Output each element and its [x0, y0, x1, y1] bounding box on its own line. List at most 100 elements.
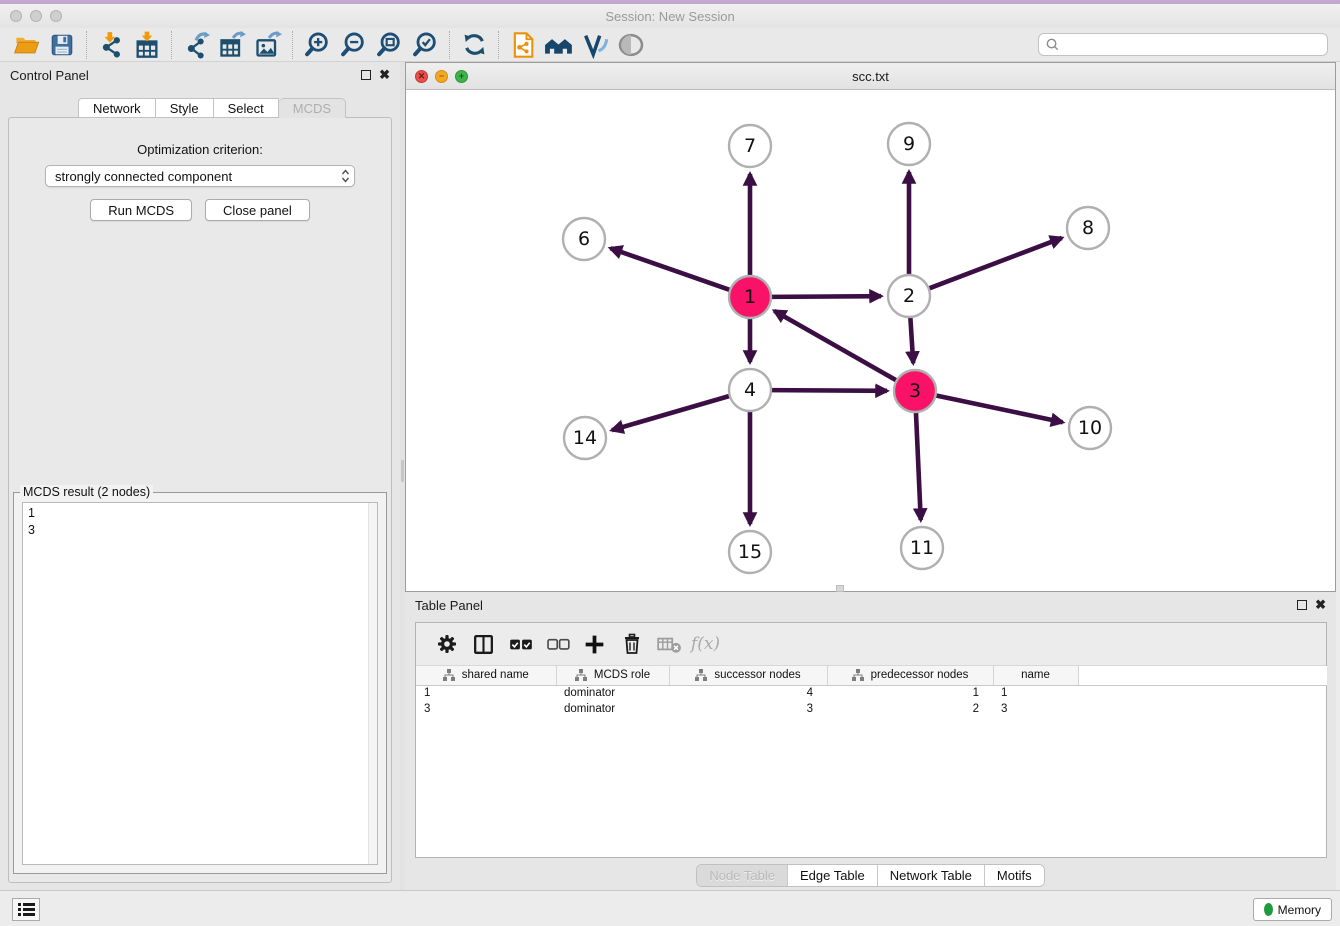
cell-predecessor-nodes[interactable]: 2 [827, 701, 993, 717]
result-scrollbar[interactable] [368, 503, 377, 864]
show-hide-style-button[interactable] [577, 30, 613, 60]
graph-edge-2-3[interactable] [910, 317, 913, 363]
delete-selected-button[interactable] [613, 627, 650, 661]
column-header-successor-nodes[interactable]: successor nodes [669, 666, 827, 685]
column-header-name[interactable]: name [993, 666, 1078, 685]
zoom-out-button[interactable] [335, 30, 371, 60]
mcds-result-line: 3 [28, 522, 377, 539]
network-minimize-button[interactable]: − [435, 70, 448, 83]
tab-network-table[interactable]: Network Table [877, 865, 984, 886]
import-table-button[interactable] [129, 30, 165, 60]
new-network-from-selection-button[interactable] [505, 30, 541, 60]
attribute-icon [443, 669, 455, 681]
table-row[interactable]: 3 dominator 3 2 3 [416, 701, 1327, 717]
optimization-criterion-select[interactable]: strongly connected component [45, 165, 355, 187]
graph-node-label-15: 15 [738, 541, 762, 563]
column-header-predecessor-nodes[interactable]: predecessor nodes [827, 666, 993, 685]
graph-edge-2-8[interactable] [929, 238, 1062, 289]
graph-edge-4-14[interactable] [612, 396, 730, 430]
export-image-button[interactable] [250, 30, 286, 60]
task-history-button[interactable] [12, 898, 40, 921]
graph-edge-1-6[interactable] [610, 248, 730, 290]
network-canvas[interactable]: 7968124314101511 [406, 90, 1335, 591]
tab-network[interactable]: Network [78, 98, 156, 118]
refresh-layout-button[interactable] [456, 30, 492, 60]
network-view-window: ✕ − + scc.txt 7968124314101511 [405, 62, 1336, 592]
table-panel-header: Table Panel ✖ [405, 592, 1336, 618]
minimize-window-button[interactable] [30, 10, 42, 22]
network-maximize-button[interactable]: + [455, 70, 468, 83]
dropdown-stepper-icon [341, 169, 350, 183]
float-panel-icon[interactable] [361, 70, 371, 80]
save-session-button[interactable] [44, 30, 80, 60]
tab-select[interactable]: Select [214, 98, 279, 118]
table-row[interactable]: 1 dominator 4 1 1 [416, 685, 1327, 701]
close-table-panel-icon[interactable]: ✖ [1315, 600, 1326, 610]
import-network-button[interactable] [93, 30, 129, 60]
homes-icon [544, 31, 574, 59]
cell-successor-nodes[interactable]: 4 [669, 685, 827, 701]
table-header-row: shared name MCDS role successor nodes pr… [416, 666, 1327, 685]
zoom-selected-icon [411, 31, 439, 59]
float-table-panel-icon[interactable] [1297, 600, 1307, 610]
fx-icon: f(x) [691, 634, 720, 654]
horizontal-splitter-handle[interactable] [836, 585, 844, 592]
eye-icon [616, 31, 646, 59]
tab-style[interactable]: Style [156, 98, 214, 118]
column-header-mcds-role[interactable]: MCDS role [556, 666, 669, 685]
column-header-filler [1078, 666, 1327, 685]
open-session-button[interactable] [8, 30, 44, 60]
add-row-button[interactable] [576, 627, 613, 661]
optimization-criterion-label: Optimization criterion: [9, 142, 391, 157]
graph-edge-1-2[interactable] [771, 296, 881, 297]
maximize-window-button[interactable] [50, 10, 62, 22]
apply-function-button[interactable]: f(x) [687, 627, 724, 661]
graph-edge-3-11[interactable] [916, 412, 921, 520]
graph-edge-4-3[interactable] [771, 390, 887, 391]
deselect-all-button[interactable] [539, 627, 576, 661]
close-panel-button[interactable]: Close panel [205, 199, 310, 221]
cell-shared-name[interactable]: 3 [416, 701, 556, 717]
export-image-icon [254, 31, 282, 59]
memory-button[interactable]: Memory [1253, 898, 1332, 921]
tab-node-table[interactable]: Node Table [697, 865, 787, 886]
select-all-button[interactable] [502, 627, 539, 661]
window-title: Session: New Session [0, 9, 1340, 24]
run-mcds-button[interactable]: Run MCDS [90, 199, 192, 221]
show-hide-graphics-button[interactable] [613, 30, 649, 60]
search-input[interactable] [1060, 34, 1327, 55]
cell-name[interactable]: 3 [993, 701, 1078, 717]
table-options-button[interactable] [428, 627, 465, 661]
column-header-shared-name[interactable]: shared name [416, 666, 556, 685]
close-window-button[interactable] [10, 10, 22, 22]
splitter-handle[interactable] [401, 460, 404, 482]
cell-successor-nodes[interactable]: 3 [669, 701, 827, 717]
network-graph[interactable]: 7968124314101511 [406, 90, 1335, 591]
delete-table-button[interactable] [650, 627, 687, 661]
tab-motifs[interactable]: Motifs [984, 865, 1044, 886]
open-folder-icon [13, 31, 40, 58]
network-close-button[interactable]: ✕ [415, 70, 428, 83]
tab-edge-table[interactable]: Edge Table [787, 865, 877, 886]
cell-shared-name[interactable]: 1 [416, 685, 556, 701]
export-table-button[interactable] [214, 30, 250, 60]
zoom-selected-button[interactable] [407, 30, 443, 60]
import-network-icon [97, 31, 125, 59]
zoom-fit-button[interactable] [371, 30, 407, 60]
cell-predecessor-nodes[interactable]: 1 [827, 685, 993, 701]
show-columns-button[interactable] [465, 627, 502, 661]
tab-mcds[interactable]: MCDS [279, 98, 346, 118]
cell-name[interactable]: 1 [993, 685, 1078, 701]
zoom-in-button[interactable] [299, 30, 335, 60]
graph-edge-3-1[interactable] [774, 311, 896, 381]
cell-mcds-role[interactable]: dominator [556, 701, 669, 717]
search-field[interactable] [1038, 33, 1328, 56]
cell-mcds-role[interactable]: dominator [556, 685, 669, 701]
memory-label: Memory [1278, 903, 1321, 917]
close-panel-icon[interactable]: ✖ [379, 70, 390, 80]
graph-edge-3-10[interactable] [936, 395, 1063, 422]
export-network-button[interactable] [178, 30, 214, 60]
graph-node-label-6: 6 [578, 228, 590, 250]
first-neighbors-button[interactable] [541, 30, 577, 60]
export-network-icon [182, 31, 210, 59]
